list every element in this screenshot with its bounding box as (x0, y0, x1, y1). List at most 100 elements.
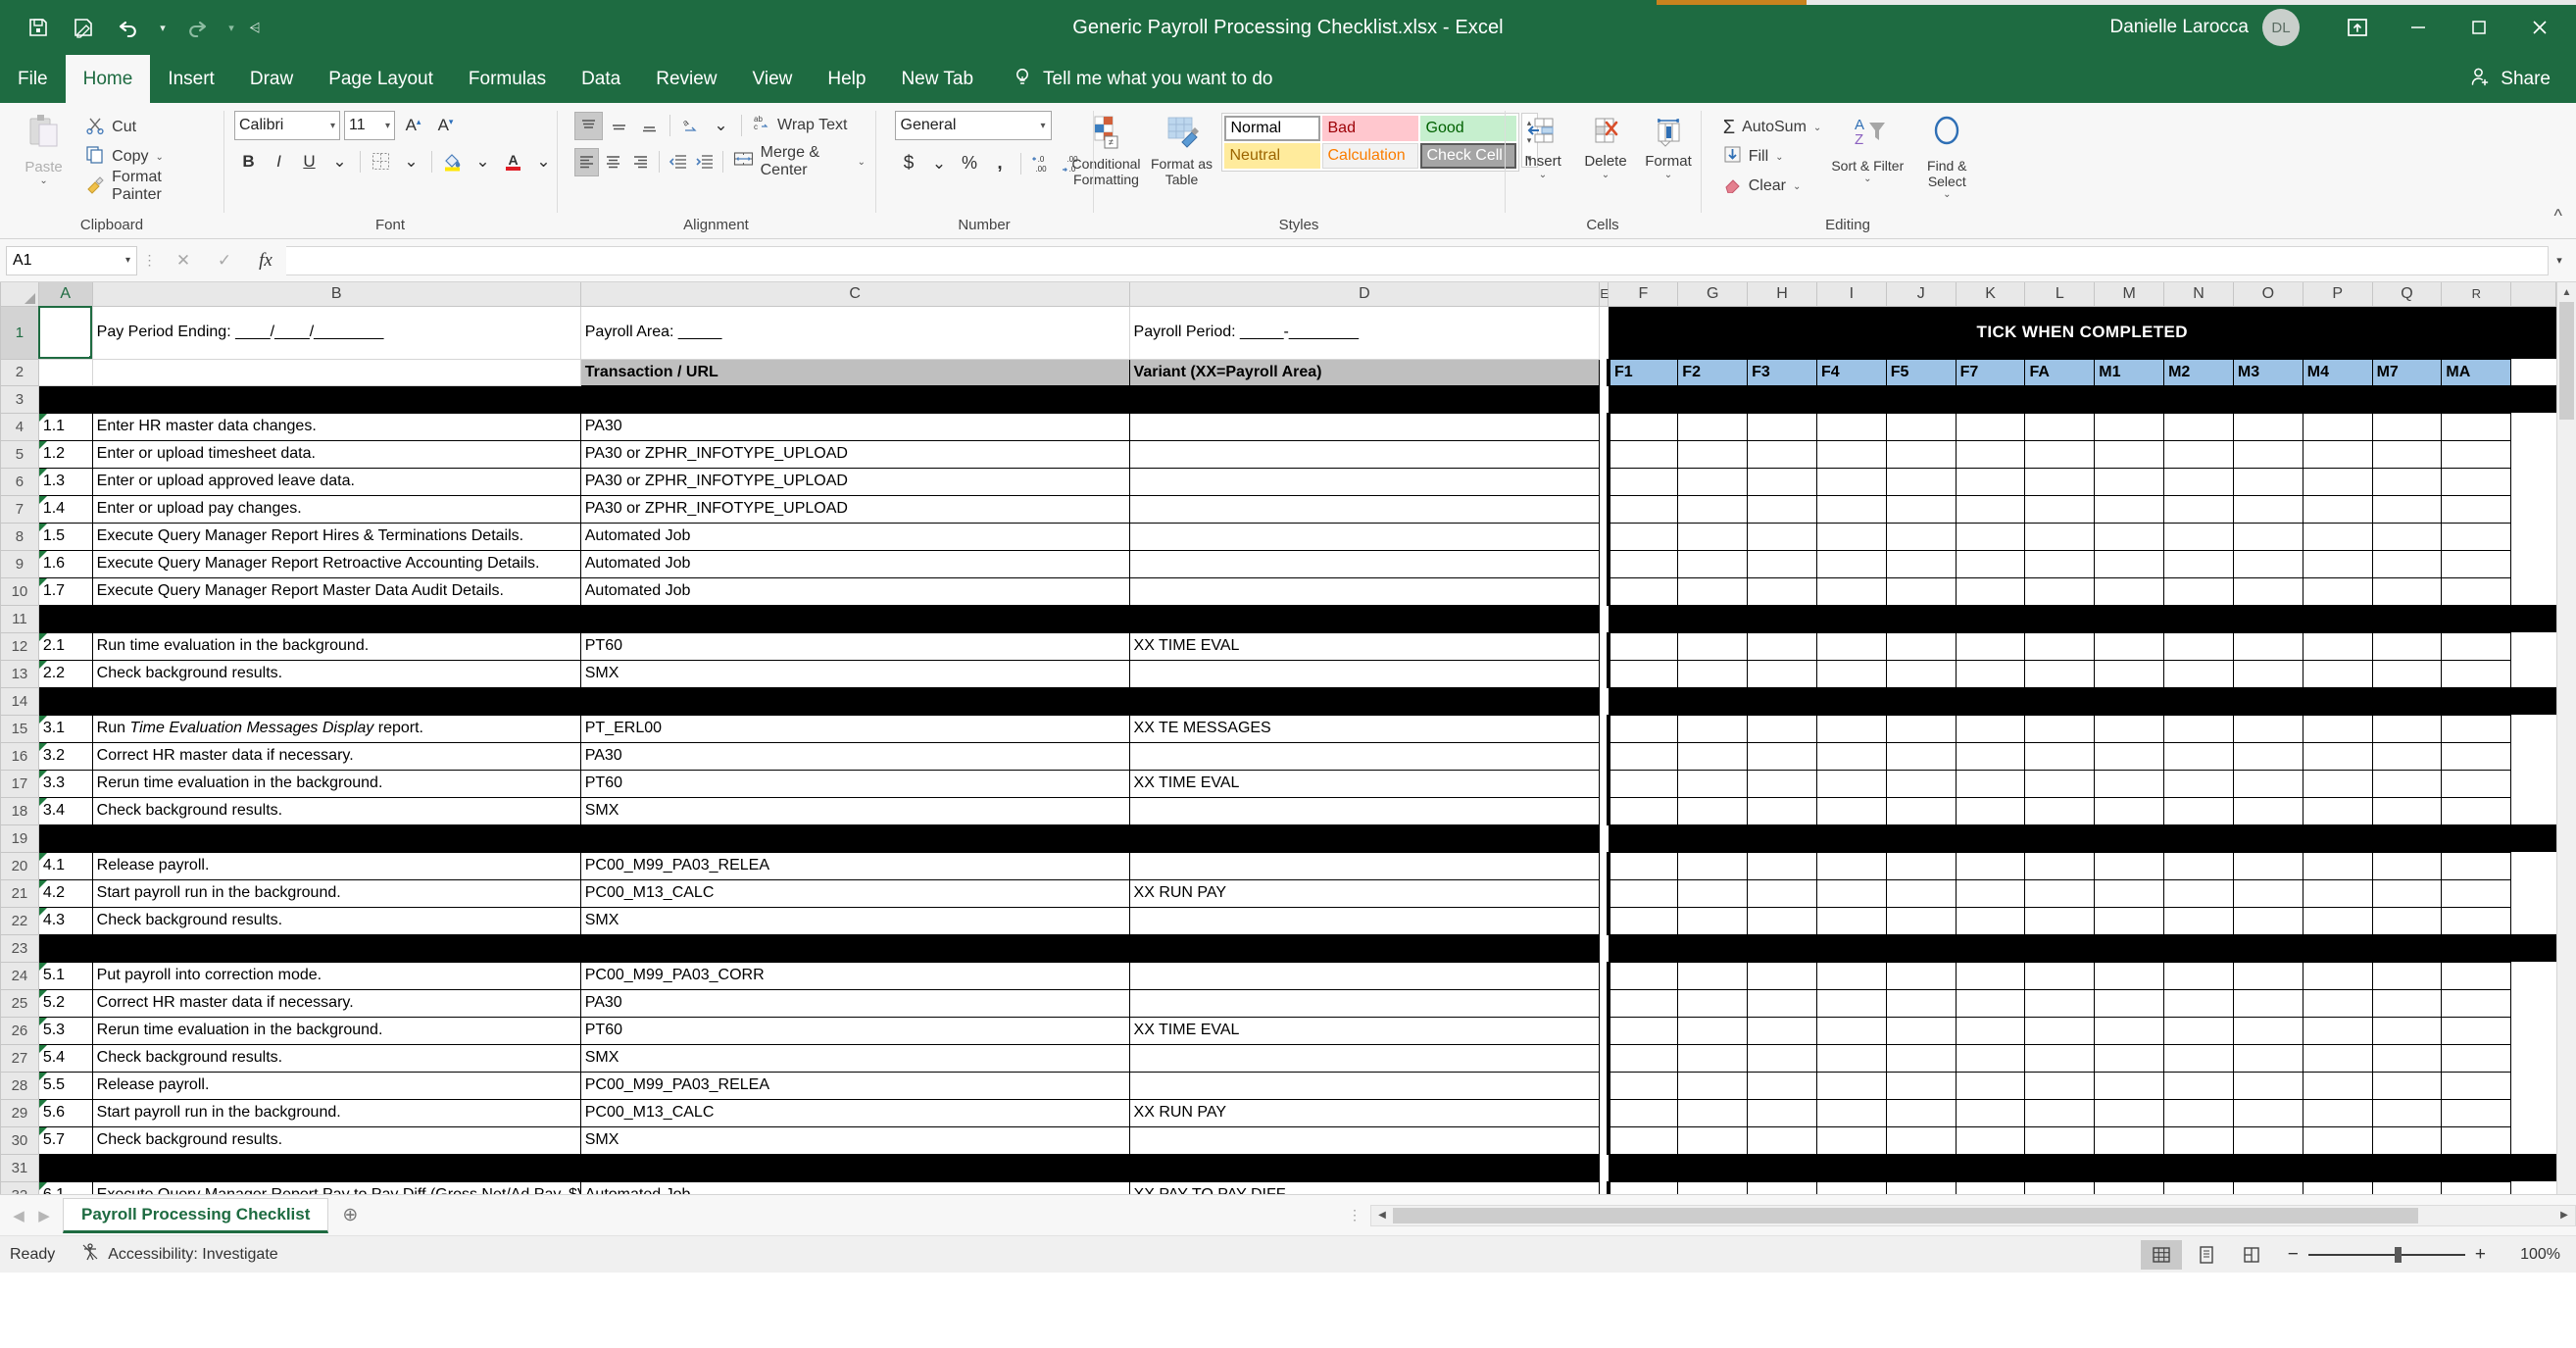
tick-cell-M3-row-12[interactable] (2233, 632, 2303, 660)
tick-cell-MA-row-22[interactable] (2442, 907, 2511, 934)
zoom-thumb[interactable] (2395, 1247, 2402, 1263)
cell-B29[interactable]: Start payroll run in the background. (92, 1099, 580, 1126)
tab-insert[interactable]: Insert (150, 55, 232, 103)
section-label-row-23[interactable]: 5. If Payroll Run Errors Exist (38, 934, 1600, 962)
row-header-13[interactable]: 13 (1, 660, 39, 687)
tick-cell-MA-row-12[interactable] (2442, 632, 2511, 660)
tick-cell-M1-row-10[interactable] (2095, 577, 2164, 605)
tick-cell-M3-row-29[interactable] (2233, 1099, 2303, 1126)
align-right-icon[interactable] (628, 148, 653, 176)
tick-cell-M3-row-22[interactable] (2233, 907, 2303, 934)
tick-cell-M3-row-15[interactable] (2233, 715, 2303, 742)
tick-cell-MA-row-4[interactable] (2442, 413, 2511, 440)
tick-cell-MA-row-30[interactable] (2442, 1126, 2511, 1154)
cell-E17[interactable] (1600, 770, 1609, 797)
table-row[interactable]: 265.3Rerun time evaluation in the backgr… (1, 1017, 2556, 1044)
cell-D10[interactable] (1129, 577, 1600, 605)
tick-cell-M7-row-8[interactable] (2372, 523, 2442, 550)
tick-cell-M7-row-30[interactable] (2372, 1126, 2442, 1154)
tick-cell-M7-row-10[interactable] (2372, 577, 2442, 605)
tick-cell-M2-row-17[interactable] (2164, 770, 2234, 797)
align-middle-icon[interactable] (605, 112, 633, 140)
tick-col-F3[interactable]: F3 (1748, 359, 1817, 385)
table-row[interactable]: 214.2Start payroll run in the background… (1, 879, 2556, 907)
tick-cell-F3-row-18[interactable] (1748, 797, 1817, 824)
increase-font-size-button[interactable]: A▴ (399, 112, 427, 140)
borders-icon[interactable] (367, 147, 395, 175)
tick-cell-FA-row-7[interactable] (2025, 495, 2095, 523)
tick-cell-F3-row-22[interactable] (1748, 907, 1817, 934)
tick-cell-M3-row-30[interactable] (2233, 1126, 2303, 1154)
tick-cell-F5-row-30[interactable] (1886, 1126, 1956, 1154)
tick-cell-M1-row-8[interactable] (2095, 523, 2164, 550)
cell-D26[interactable]: XX TIME EVAL (1129, 1017, 1600, 1044)
tick-cell-F3-row-26[interactable] (1748, 1017, 1817, 1044)
row-header-11[interactable]: 11 (1, 605, 39, 632)
tick-cell-F3-row-7[interactable] (1748, 495, 1817, 523)
tick-cell-F4-row-28[interactable] (1816, 1072, 1886, 1099)
tick-cell-M2-row-16[interactable] (2164, 742, 2234, 770)
row-header-16[interactable]: 16 (1, 742, 39, 770)
sheet-row-1[interactable]: 1 Pay Period Ending: ____/____/________ … (1, 306, 2556, 359)
tick-cell-M4-row-27[interactable] (2303, 1044, 2372, 1072)
tick-cell-F7-row-27[interactable] (1956, 1044, 2025, 1072)
row-header-7[interactable]: 7 (1, 495, 39, 523)
tick-cell-M1-row-27[interactable] (2095, 1044, 2164, 1072)
tick-cell-F1-row-24[interactable] (1609, 962, 1678, 989)
tick-cell-F5-row-24[interactable] (1886, 962, 1956, 989)
tick-cell-F1-row-4[interactable] (1609, 413, 1678, 440)
tick-cell-M2-row-32[interactable] (2164, 1181, 2234, 1194)
tick-cell-F5-row-6[interactable] (1886, 468, 1956, 495)
cell-E4[interactable] (1600, 413, 1609, 440)
vertical-scroll-thumb[interactable] (2559, 302, 2574, 420)
row-header-23[interactable]: 23 (1, 934, 39, 962)
tick-cell-MA-row-26[interactable] (2442, 1017, 2511, 1044)
sheet-data-rows[interactable]: 31. Data Validation41.1Enter HR master d… (1, 385, 2556, 1194)
tick-cell-F5-row-25[interactable] (1886, 989, 1956, 1017)
autosum-button[interactable]: Σ AutoSum ⌄ (1719, 113, 1826, 142)
column-header-R[interactable]: R (2442, 282, 2511, 306)
cell-C4[interactable]: PA30 (580, 413, 1129, 440)
tick-col-F4[interactable]: F4 (1816, 359, 1886, 385)
maximize-button[interactable] (2449, 0, 2509, 55)
merge-center-dropdown-icon[interactable]: ⌄ (858, 157, 866, 168)
tick-cell-M4-row-24[interactable] (2303, 962, 2372, 989)
section-label-row-31[interactable]: 6. Check Payroll Results (38, 1154, 1600, 1181)
tick-cell-M2-row-24[interactable] (2164, 962, 2234, 989)
tick-cell-F3-row-13[interactable] (1748, 660, 1817, 687)
cell-A7[interactable]: 1.4 (38, 495, 92, 523)
cell-C27[interactable]: SMX (580, 1044, 1129, 1072)
tick-cell-F4-row-20[interactable] (1816, 852, 1886, 879)
confirm-entry-icon[interactable]: ✓ (204, 246, 245, 275)
paste-button[interactable]: Paste ⌄ (14, 111, 74, 186)
cell-C12[interactable]: PT60 (580, 632, 1129, 660)
section-row[interactable]: 316. Check Payroll Results (1, 1154, 2556, 1181)
cell-E11[interactable] (1600, 605, 1609, 632)
font-color-icon[interactable]: A (499, 147, 527, 175)
cell-C25[interactable]: PA30 (580, 989, 1129, 1017)
tick-cell-F1-row-20[interactable] (1609, 852, 1678, 879)
tick-cell-F1-row-18[interactable] (1609, 797, 1678, 824)
tick-cell-F1-row-22[interactable] (1609, 907, 1678, 934)
tick-cell-F2-row-13[interactable] (1678, 660, 1748, 687)
tick-cell-F7-row-25[interactable] (1956, 989, 2025, 1017)
row-header-31[interactable]: 31 (1, 1154, 39, 1181)
tab-split-handle[interactable]: ⋮ (1348, 1207, 1370, 1223)
tick-cell-M4-row-9[interactable] (2303, 550, 2372, 577)
accessibility-status[interactable]: Accessibility: Investigate (80, 1242, 277, 1267)
tick-col-F2[interactable]: F2 (1678, 359, 1748, 385)
horizontal-scrollbar[interactable]: ◀ ▶ (1370, 1205, 2576, 1226)
insert-cells-dropdown-icon[interactable]: ⌄ (1539, 170, 1547, 180)
orientation-icon[interactable]: a (676, 112, 705, 140)
tick-cell-F5-row-29[interactable] (1886, 1099, 1956, 1126)
cell-B28[interactable]: Release payroll. (92, 1072, 580, 1099)
tick-cell-F1-row-16[interactable] (1609, 742, 1678, 770)
tick-cell-M4-row-28[interactable] (2303, 1072, 2372, 1099)
tick-cell-MA-row-6[interactable] (2442, 468, 2511, 495)
sort-filter-button[interactable]: AZ Sort & Filter ⌄ (1831, 111, 1904, 184)
tick-cell-M7-row-26[interactable] (2372, 1017, 2442, 1044)
column-header-row[interactable]: A B C D E F G H I J K L M N O P Q R (1, 282, 2556, 306)
tick-cell-MA-row-10[interactable] (2442, 577, 2511, 605)
tick-cell-FA-row-5[interactable] (2025, 440, 2095, 468)
tick-cell-M2-row-10[interactable] (2164, 577, 2234, 605)
